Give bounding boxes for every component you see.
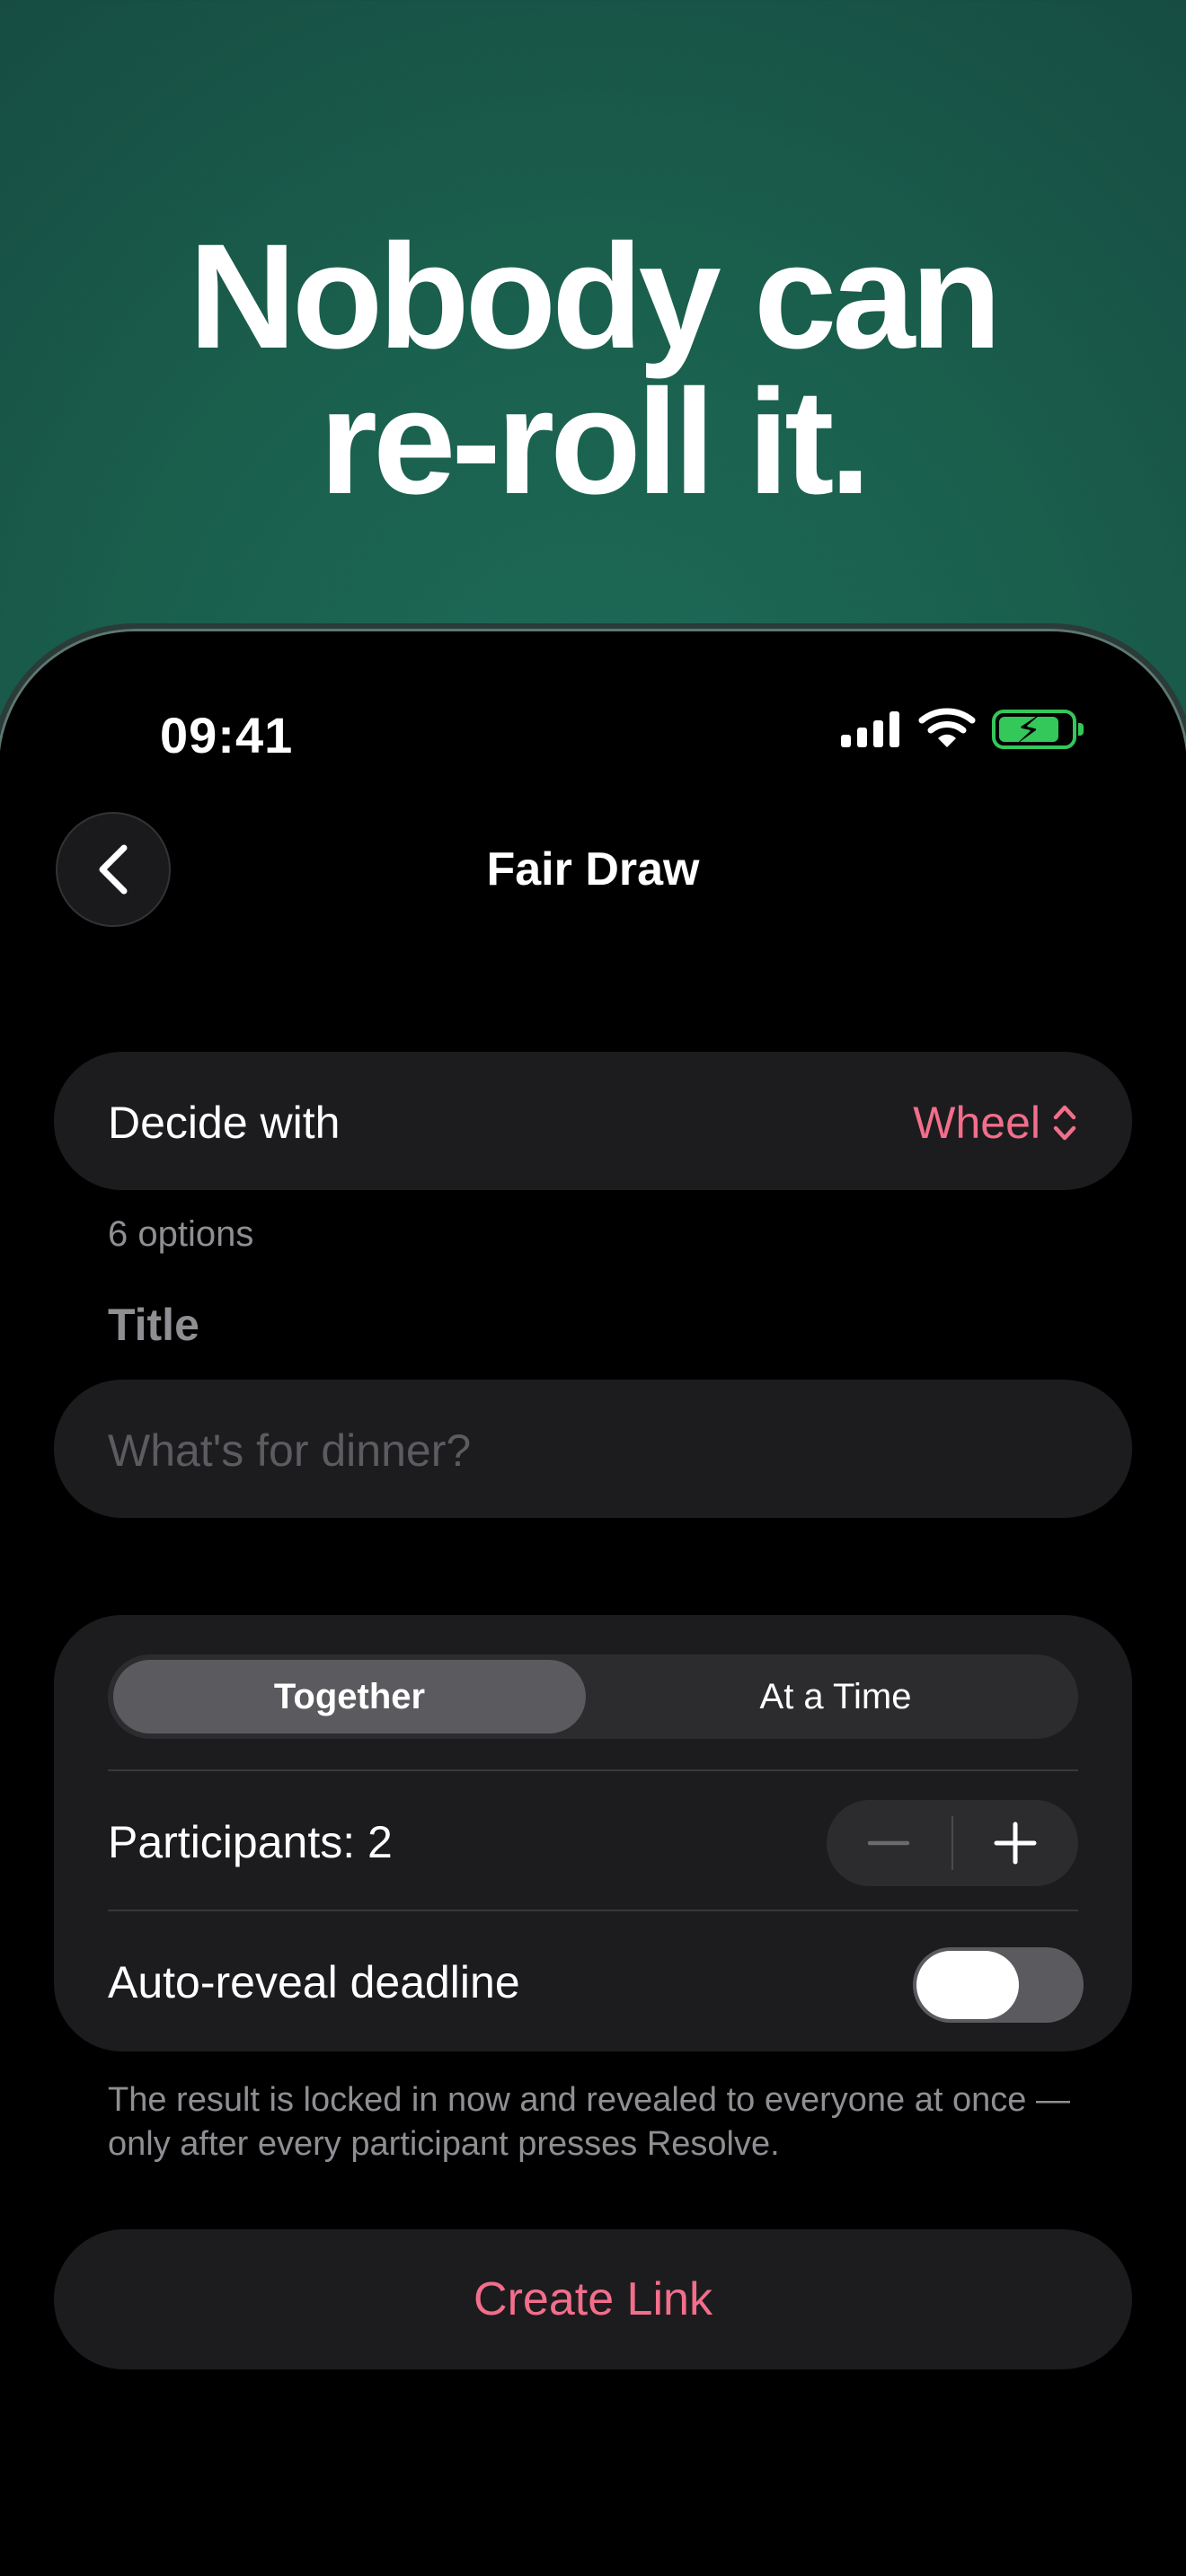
nav-title: Fair Draw [486, 843, 700, 895]
participants-stepper[interactable] [827, 1800, 1078, 1886]
auto-reveal-label: Auto-reveal deadline [108, 1957, 520, 2007]
options-count: 6 options [108, 1214, 254, 1254]
segment-at-a-time[interactable]: At a Time [593, 1654, 1078, 1739]
title-section-label: Title [108, 1300, 199, 1350]
segment-together[interactable]: Together [113, 1654, 586, 1739]
title-input[interactable]: What's for dinner? [54, 1380, 1132, 1518]
cellular-signal-icon [841, 711, 899, 747]
minus-icon [867, 1840, 910, 1846]
chevron-up-down-icon [1053, 1105, 1076, 1141]
decide-with-picker[interactable]: Wheel [913, 1097, 1076, 1149]
settings-card: Together At a Time Participants: 2 Auto-… [54, 1615, 1132, 2051]
decrement-button[interactable] [827, 1800, 951, 1886]
participants-label: Participants: 2 [108, 1817, 393, 1867]
explanation-text: The result is locked in now and revealed… [108, 2081, 1070, 2163]
headline-line-2: re-roll it. [319, 359, 871, 525]
create-link-button[interactable]: Create Link [54, 2229, 1132, 2369]
headline: Nobody can re-roll it. [0, 214, 1186, 525]
charging-bolt-icon: ⚡ [1015, 709, 1042, 751]
increment-button[interactable] [953, 1800, 1078, 1886]
divider [108, 1910, 1078, 1911]
decide-with-row[interactable]: Decide with Wheel [54, 1052, 1132, 1190]
divider [108, 1769, 1078, 1771]
mode-segmented-control[interactable]: Together At a Time [108, 1654, 1078, 1739]
headline-line-1: Nobody can [189, 214, 1002, 380]
auto-reveal-toggle[interactable] [913, 1947, 1084, 2023]
wifi-icon [918, 708, 976, 747]
status-bar: 09:41 ⚡ [0, 623, 1186, 763]
decide-with-value: Wheel [913, 1098, 1040, 1148]
decide-with-label: Decide with [108, 1098, 341, 1148]
title-placeholder: What's for dinner? [108, 1425, 472, 1476]
toggle-knob [916, 1951, 1019, 2019]
status-time: 09:41 [160, 707, 294, 763]
plus-icon [994, 1822, 1037, 1865]
app-screen: 09:41 ⚡ Fair Draw Decide with Wheel 6 op… [0, 623, 1186, 2576]
